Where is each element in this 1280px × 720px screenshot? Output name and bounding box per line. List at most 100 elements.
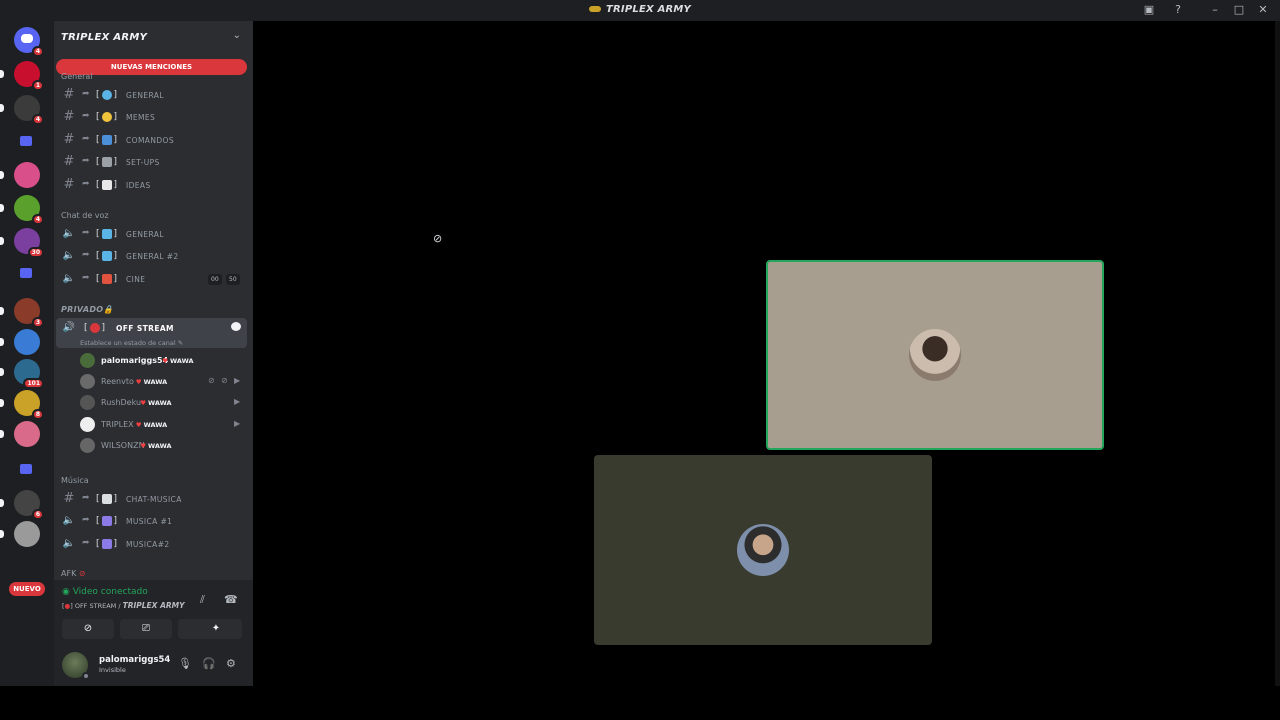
heart-icon: ♥ xyxy=(135,421,142,429)
soundboard-icon: ✦ xyxy=(211,623,221,634)
voice-user[interactable]: Reenvto ♥ WAWA ⊘ ⊘ ▶ xyxy=(80,372,247,392)
server-icon[interactable] xyxy=(14,521,40,547)
soundboard-button[interactable]: ✦ xyxy=(190,619,242,639)
video-tile[interactable] xyxy=(766,260,1104,450)
connection-channel[interactable]: [●] OFF STREAM / TRIPLEX ARMY xyxy=(62,601,185,610)
video-tile[interactable] xyxy=(594,455,932,645)
server-icon[interactable] xyxy=(14,162,40,188)
home-badge: 4 xyxy=(31,46,44,57)
unread-pill xyxy=(0,530,4,538)
voice-channel-musica-1[interactable]: 🔈 ➦ [] MUSICA #1 xyxy=(56,511,247,531)
unread-pill xyxy=(0,70,4,78)
category-afk[interactable]: AFK ⊘ xyxy=(61,569,86,578)
speaker-icon: 🔈 xyxy=(62,273,76,284)
channel-emoji: [] xyxy=(96,157,118,167)
unread-pill xyxy=(0,368,4,376)
noise-suppression-icon[interactable]: ⫽ xyxy=(200,593,205,607)
server-badge: 1 xyxy=(31,80,44,91)
channel-emoji: [] xyxy=(96,112,118,122)
user-count: 00 xyxy=(208,274,222,285)
voice-channel-cine[interactable]: 🔈 ➦ [] CINE 00 50 xyxy=(56,269,247,289)
folder-icon[interactable] xyxy=(20,268,32,278)
avatar xyxy=(80,374,95,389)
category-general[interactable]: General xyxy=(61,72,93,81)
close-icon[interactable]: ✕ xyxy=(1256,3,1270,17)
category-voice[interactable]: Chat de voz xyxy=(61,211,109,220)
video-stage: ⊘ xyxy=(253,21,1275,686)
hashtag-icon: # xyxy=(63,154,75,169)
disconnect-icon[interactable]: ☎ xyxy=(224,593,238,606)
server-icon[interactable]: 8 xyxy=(14,390,44,420)
maximize-icon[interactable]: □ xyxy=(1232,3,1246,17)
forward-icon: ➦ xyxy=(82,89,90,99)
server-icon[interactable]: 30 xyxy=(14,228,44,258)
help-icon[interactable]: ? xyxy=(1171,3,1185,17)
user-tag-text: WAWA xyxy=(143,421,168,429)
screen-share-button[interactable]: ⎚ xyxy=(120,619,172,639)
hashtag-icon: # xyxy=(63,87,75,102)
scrollbar[interactable] xyxy=(1275,21,1280,686)
unread-pill xyxy=(0,307,4,315)
server-icon[interactable]: 4 xyxy=(14,95,44,125)
forward-icon: ➦ xyxy=(82,538,90,548)
forward-icon: ➦ xyxy=(82,493,90,503)
window-title: TRIPLEX ARMY xyxy=(0,4,1280,15)
category-music[interactable]: Música xyxy=(61,476,89,485)
video-icon: ▶ xyxy=(234,397,241,406)
voice-channel-general-2[interactable]: 🔈 ➦ [] GENERAL #2 xyxy=(56,246,247,266)
chat-icon[interactable] xyxy=(231,322,241,331)
hashtag-icon: # xyxy=(63,132,75,147)
minimize-icon[interactable]: – xyxy=(1208,3,1222,17)
camera-off-button[interactable]: ⊘ xyxy=(62,619,114,639)
voice-user[interactable]: TRIPLEX ♥ WAWA ▶ xyxy=(80,415,247,435)
channel-emoji: [] xyxy=(96,180,118,190)
video-icon: ▶ xyxy=(234,376,241,385)
voice-channel-musica-2[interactable]: 🔈 ➦ [] MUSICA#2 xyxy=(56,534,247,554)
channel-emoji: [] xyxy=(84,323,106,333)
server-icon[interactable]: 3 xyxy=(14,298,44,328)
new-servers-badge[interactable]: NUEVO xyxy=(9,582,45,596)
username[interactable]: palomariggs54 xyxy=(99,655,170,665)
server-badge: 4 xyxy=(31,114,44,125)
unread-pill xyxy=(0,499,4,507)
headphones-icon[interactable]: 🎧 xyxy=(202,657,216,670)
inbox-icon[interactable]: ▣ xyxy=(1142,3,1156,17)
server-badge: 30 xyxy=(27,247,44,258)
folder-icon[interactable] xyxy=(20,464,32,474)
server-icon[interactable] xyxy=(14,329,40,355)
settings-gear-icon[interactable]: ⚙ xyxy=(226,657,236,670)
channel-emoji: [] xyxy=(96,251,118,261)
connection-status[interactable]: ◉ Video conectado xyxy=(62,587,148,597)
channel-general[interactable]: # ➦ [] GENERAL xyxy=(56,85,247,105)
voice-channel-general[interactable]: 🔈 ➦ [] GENERAL xyxy=(56,224,247,244)
voice-user-name: WILSONZN xyxy=(101,441,145,450)
user-tag-text: WAWA xyxy=(170,357,194,365)
server-icon[interactable] xyxy=(14,421,40,447)
muted-icon: ⊘ xyxy=(208,376,215,385)
unread-pill xyxy=(0,430,4,438)
voice-user[interactable]: RushDeku ♥ WAWA ▶ xyxy=(80,393,247,413)
channel-ideas[interactable]: # ➦ [] IDEAS xyxy=(56,175,247,195)
category-private[interactable]: PRIVADO🔒 xyxy=(61,305,114,314)
folder-icon[interactable] xyxy=(20,136,32,146)
channel-chat-musica[interactable]: # ➦ [] CHAT-MUSICA xyxy=(56,489,247,509)
channel-set-ups[interactable]: # ➦ [] SET-UPS xyxy=(56,152,247,172)
avatar xyxy=(80,417,95,432)
channel-status[interactable]: Establece un estado de canal ✎ xyxy=(80,339,183,347)
voice-user[interactable]: palomariggs54 ♥ WAWA xyxy=(80,351,247,371)
channel-emoji: [] xyxy=(96,494,118,504)
server-icon[interactable]: 6 xyxy=(14,490,44,520)
server-badge: 101 xyxy=(23,378,44,389)
microphone-icon[interactable]: 🎙 xyxy=(178,657,192,670)
server-icon[interactable]: 4 xyxy=(14,195,44,225)
screen-share-icon: ⎚ xyxy=(142,623,150,634)
voice-user[interactable]: WILSONZN ♥ WAWA xyxy=(80,436,247,456)
home-button[interactable]: 4 xyxy=(14,27,44,57)
server-icon[interactable]: 1 xyxy=(14,61,44,91)
channel-memes[interactable]: # ➦ [] MEMES xyxy=(56,107,247,127)
unread-pill xyxy=(0,338,4,346)
hashtag-icon: # xyxy=(63,177,75,192)
channel-comandos[interactable]: # ➦ [] COMANDOS xyxy=(56,130,247,150)
server-icon[interactable]: 101 xyxy=(14,359,44,389)
server-header[interactable]: TRIPLEX ARMY ⌄ xyxy=(54,21,253,54)
